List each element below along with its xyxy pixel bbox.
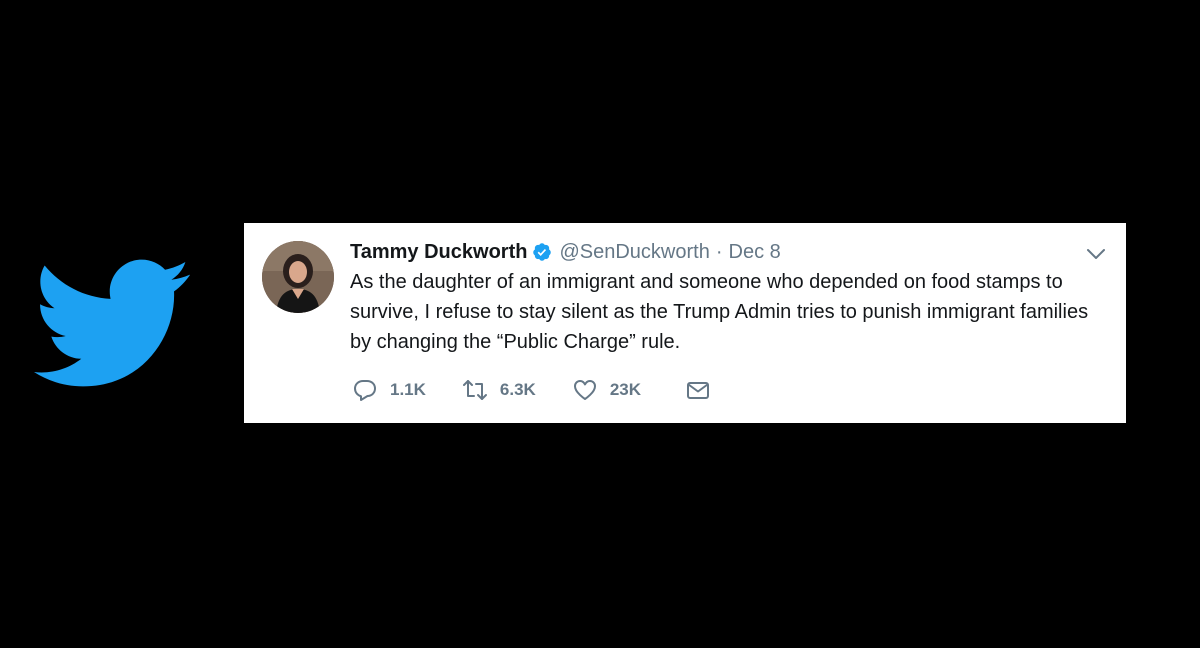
envelope-icon [687, 382, 710, 399]
verified-badge-icon [533, 243, 552, 261]
avatar-image [262, 241, 334, 313]
twitter-bird-icon [34, 259, 190, 387]
chevron-down-icon[interactable] [1086, 247, 1106, 261]
timestamp[interactable]: Dec 8 [729, 239, 781, 265]
retweet-icon [462, 380, 487, 400]
like-count: 23K [609, 380, 642, 399]
reply-icon [354, 380, 376, 401]
action-bar: 1.1K 6.3K 23K [352, 375, 747, 405]
retweet-count: 6.3K [499, 380, 536, 399]
tweet-header: Tammy Duckworth @SenDuckworth · Dec 8 [350, 239, 781, 265]
separator: · [715, 241, 723, 263]
retweet-button[interactable]: 6.3K [462, 377, 536, 403]
screen: Tammy Duckworth @SenDuckworth · Dec 8 As… [0, 0, 1200, 648]
tweet-text: As the daughter of an immigrant and some… [350, 271, 1089, 353]
like-button[interactable]: 23K [572, 377, 641, 403]
reply-button[interactable]: 1.1K [352, 377, 426, 403]
direct-message-button[interactable] [677, 377, 711, 403]
heart-icon [573, 380, 596, 400]
display-name[interactable]: Tammy Duckworth [350, 239, 527, 265]
handle[interactable]: @SenDuckworth [559, 239, 709, 265]
reply-count: 1.1K [390, 380, 426, 399]
avatar[interactable] [262, 241, 334, 313]
tweet-card[interactable]: Tammy Duckworth @SenDuckworth · Dec 8 As… [244, 223, 1126, 423]
